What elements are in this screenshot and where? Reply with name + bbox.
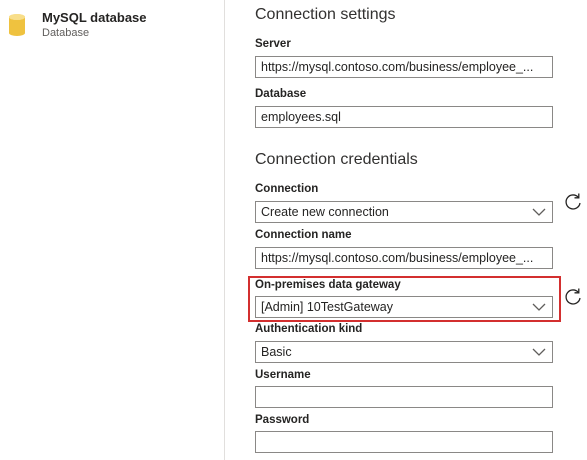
gateway-dropdown[interactable]: [Admin] 10TestGateway	[255, 296, 553, 318]
connection-label: Connection	[255, 183, 319, 195]
authentication-kind-dropdown[interactable]: Basic	[255, 341, 553, 363]
pane-divider	[224, 0, 225, 460]
data-source-type: Database	[42, 27, 90, 39]
data-source-item[interactable]: MySQL database Database	[8, 10, 147, 40]
refresh-icon[interactable]	[563, 191, 583, 211]
authentication-kind-value: Basic	[261, 345, 292, 359]
data-source-name: MySQL database	[42, 10, 147, 25]
connection-credentials-title: Connection credentials	[255, 151, 418, 168]
connection-name-label: Connection name	[255, 229, 352, 241]
connection-name-input[interactable]: https://mysql.contoso.com/business/emplo…	[255, 247, 553, 269]
database-icon	[9, 14, 25, 36]
username-input[interactable]	[255, 386, 553, 408]
gateway-dropdown-value: [Admin] 10TestGateway	[261, 300, 394, 314]
username-label: Username	[255, 369, 311, 381]
gateway-label: On-premises data gateway	[255, 279, 401, 291]
database-label: Database	[255, 88, 307, 100]
chevron-down-icon	[532, 303, 546, 311]
password-label: Password	[255, 414, 310, 426]
server-label: Server	[255, 38, 291, 50]
chevron-down-icon	[532, 208, 546, 216]
authentication-kind-label: Authentication kind	[255, 323, 363, 335]
connection-dialog: MySQL database Database Connection setti…	[0, 0, 587, 460]
connection-dropdown-value: Create new connection	[261, 205, 389, 219]
refresh-icon[interactable]	[563, 286, 583, 306]
server-input[interactable]: https://mysql.contoso.com/business/emplo…	[255, 56, 553, 78]
password-input[interactable]	[255, 431, 553, 453]
connection-dropdown[interactable]: Create new connection	[255, 201, 553, 223]
database-input[interactable]: employees.sql	[255, 106, 553, 128]
connection-settings-title: Connection settings	[255, 6, 396, 23]
chevron-down-icon	[532, 348, 546, 356]
